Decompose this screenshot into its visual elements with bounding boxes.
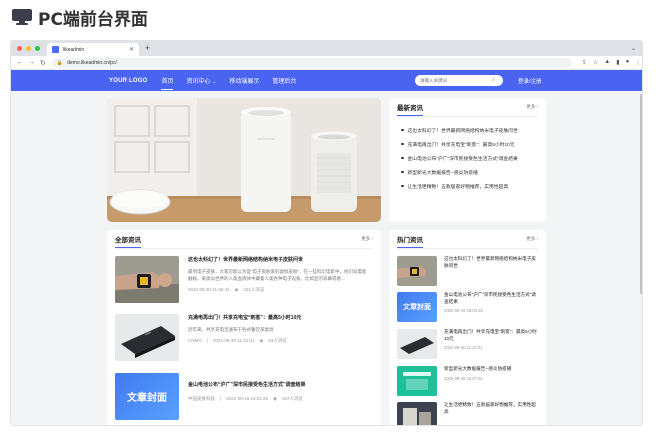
window-controls: [17, 46, 40, 51]
hot-news-item[interactable]: 新型新光大数据报告--感炎防疫播 2022-09-30 16:07:54: [397, 366, 538, 396]
hot-news-more-link[interactable]: 更多 ›: [526, 236, 538, 242]
nav-admin[interactable]: 管理后台: [272, 76, 296, 85]
browser-window: likeadmin ✕ + ⌄ ← → ↻ 🔒 demo.likeadmin.c…: [10, 40, 643, 426]
latest-news-list: 这也太科幻了！世界最新网络结构纳米电子皮肤问世 充满电再出门！共享充电宝“刺客”…: [389, 117, 546, 193]
news-title[interactable]: 金山电池公布“沪广”深市民接受色生活方式”调查结果: [188, 381, 368, 389]
nav-news-center-label: 资讯中心: [186, 79, 211, 85]
news-date: 2022-09-30 11:32:01: [212, 338, 255, 343]
browser-tab-bar: likeadmin ✕ + ⌄: [11, 41, 642, 56]
site-header: YOUR LOGO 首页 资讯中心 ⌄ 移动端展示 管理后台 ⌕ 登录/注册: [11, 70, 642, 91]
data-report-thumbnail: [397, 366, 437, 396]
forward-icon[interactable]: →: [28, 59, 35, 66]
monitor-icon: [12, 9, 32, 25]
latest-news-card: 最新资讯 更多 › 这也太科幻了！世界最新网络结构纳米电子皮肤问世 充满电再出门…: [389, 98, 546, 222]
news-description: 近年来，共享充电宝遍布于各式餐饮某类场: [188, 327, 274, 332]
search-icon[interactable]: ⌕: [492, 77, 495, 84]
address-bar-row: ← → ↻ 🔒 demo.likeadmin.cn/pc/ ⇪ ☆ ▲ ▮ ● …: [11, 56, 642, 70]
share-icon[interactable]: ⇪: [582, 59, 587, 66]
news-views: 63人浏览: [268, 338, 287, 343]
favicon-icon: [52, 46, 59, 53]
hero-banner-image[interactable]: [107, 98, 381, 222]
site-logo[interactable]: YOUR LOGO: [109, 78, 147, 84]
hot-news-item[interactable]: 这也太科幻了！世界最新网络结构纳米电子皮肤问世: [397, 256, 538, 286]
hot-news-item[interactable]: 让生活更精致！五款居家好物推荐，实用性超高: [397, 402, 538, 425]
all-news-card: 全部资讯 更多 › 这也太科幻了！世界最新网络结构纳米电子皮肤问世 最到电子皮肤…: [107, 230, 381, 425]
profile-icon[interactable]: ●: [626, 59, 630, 66]
all-news-title: 全部资讯: [115, 234, 141, 248]
latest-news-more-link[interactable]: 更多 ›: [526, 104, 538, 110]
eye-icon: ◉: [272, 396, 277, 401]
latest-news-title: 最新资讯: [397, 102, 423, 116]
news-feed-item[interactable]: 文章封面 金山电池公布“沪广”深市民接受色生活方式”调查结果 中国皮肤科技 | …: [107, 373, 376, 420]
news-meta: 2022-09-30 11:36:42 ◉ 221人浏览: [188, 287, 368, 293]
news-date: 2022-09-30 11:36:42: [188, 287, 230, 292]
doc-heading: PC端前台界面: [12, 6, 148, 30]
all-news-header: 全部资讯 更多 ›: [107, 230, 381, 248]
tab-title: likeadmin: [63, 46, 85, 53]
extensions-icon[interactable]: ▲: [604, 59, 610, 66]
news-date: 2022-09-16 16:04:25: [226, 396, 268, 401]
site-search: ⌕: [415, 75, 503, 86]
e-skin-thumbnail: [115, 256, 179, 303]
news-feed-item[interactable]: 这也太科幻了！世界最新网络结构纳米电子皮肤问世 最到电子皮肤，大家可能以为是“电…: [107, 256, 376, 303]
powerbank-thumbnail: [115, 314, 179, 361]
new-tab-button[interactable]: +: [145, 43, 150, 54]
article-cover-thumbnail: 文章封面: [397, 292, 437, 322]
news-title[interactable]: 充满电再出门！共享充电宝“刺客”：最高5小时10元: [188, 314, 368, 322]
bookmark-star-icon[interactable]: ☆: [593, 59, 598, 66]
hot-news-item[interactable]: 文章封面 金山电池公布“沪广”深市民接受色生活方式”调查结果 2022-09-16…: [397, 292, 538, 322]
maximize-window-button[interactable]: [35, 46, 40, 51]
list-item[interactable]: 让生活更精致！五款居家好物推荐，实用性超高: [401, 179, 538, 193]
browser-toolbar: ⇪ ☆ ▲ ▮ ● ⋮: [582, 59, 641, 66]
close-tab-icon[interactable]: ✕: [129, 46, 134, 53]
nav-news-center[interactable]: 资讯中心 ⌄: [186, 76, 216, 85]
minimize-window-button[interactable]: [26, 46, 31, 51]
lock-icon: 🔒: [56, 59, 64, 66]
article-cover-thumbnail: 文章封面: [115, 373, 179, 420]
eye-icon: ◉: [234, 287, 239, 292]
eye-icon: ◉: [259, 338, 264, 343]
hero-illustration: [107, 98, 381, 222]
hot-news-title: 热门资讯: [397, 234, 423, 248]
list-item[interactable]: 这也太科幻了！世界最新网络结构纳米电子皮肤问世: [401, 123, 538, 137]
list-item[interactable]: 金山电池公布“沪广”深市民接受色生活方式”调查结果: [401, 151, 538, 165]
news-source: CNMO: [188, 338, 202, 343]
news-meta: 中国皮肤科技 | 2022-09-16 16:04:25 ◉ 107人浏览: [188, 396, 303, 401]
hot-news-header: 热门资讯 更多 ›: [389, 230, 546, 248]
news-views: 107人浏览: [281, 396, 303, 401]
close-window-button[interactable]: [17, 46, 22, 51]
list-item[interactable]: 充满电再出门！共享充电宝“刺客”：最高5小时10元: [401, 137, 538, 151]
chevron-down-icon: ⌄: [212, 79, 217, 85]
news-title[interactable]: 这也太科幻了！世界最新网络结构纳米电子皮肤问世: [188, 256, 368, 264]
url-field[interactable]: 🔒 demo.likeadmin.cn/pc/: [51, 57, 572, 68]
hot-news-card: 热门资讯 更多 › 这也太科幻了！世界最新网络结构纳米电子皮肤问世 文章封面 金…: [389, 230, 546, 425]
browser-tab[interactable]: likeadmin ✕: [47, 43, 139, 56]
latest-news-header: 最新资讯 更多 ›: [389, 98, 546, 116]
menu-kebab-icon[interactable]: ⋮: [635, 59, 641, 66]
back-icon[interactable]: ←: [16, 59, 23, 66]
list-item[interactable]: 新型新光大数据报告--感炎防疫播: [401, 165, 538, 179]
news-views: 221人浏览: [243, 287, 265, 292]
tab-search-chevron-icon[interactable]: ⌄: [631, 45, 636, 52]
doc-title-text: PC端前台界面: [38, 9, 148, 30]
all-news-more-link[interactable]: 更多 ›: [361, 236, 373, 242]
news-description: 最到电子皮肤，大家可能以为是“电子皮肤爱的虚拟皮肤”，在一些科幻电影中，他们穿着…: [188, 269, 367, 281]
news-source: 中国皮肤科技: [188, 396, 215, 401]
powerbank-thumbnail: [397, 329, 437, 359]
page-scrollbar[interactable]: [640, 92, 642, 425]
hot-news-item[interactable]: 充满电再出门！共享充电宝“刺客”：最高5小时10元 2022-09-30 11:3…: [397, 329, 538, 359]
e-skin-thumbnail: [397, 256, 437, 286]
news-meta: CNMO | 2022-09-30 11:32:01 ◉ 63人浏览: [188, 338, 287, 343]
sidebar-icon[interactable]: ▮: [616, 59, 619, 66]
home-goods-thumbnail: [397, 402, 437, 425]
nav-mobile-demo[interactable]: 移动端展示: [229, 76, 259, 85]
page-body: 最新资讯 更多 › 这也太科幻了！世界最新网络结构纳米电子皮肤问世 充满电再出门…: [11, 92, 642, 425]
url-text: demo.likeadmin.cn/pc/: [67, 59, 117, 66]
reload-icon[interactable]: ↻: [40, 59, 46, 67]
nav-home[interactable]: 首页: [161, 76, 174, 90]
login-register-link[interactable]: 登录/注册: [518, 77, 542, 85]
search-input[interactable]: [420, 78, 492, 83]
news-feed-item[interactable]: 充满电再出门！共享充电宝“刺客”：最高5小时10元 近年来，共享充电宝遍布于各式…: [107, 314, 376, 361]
